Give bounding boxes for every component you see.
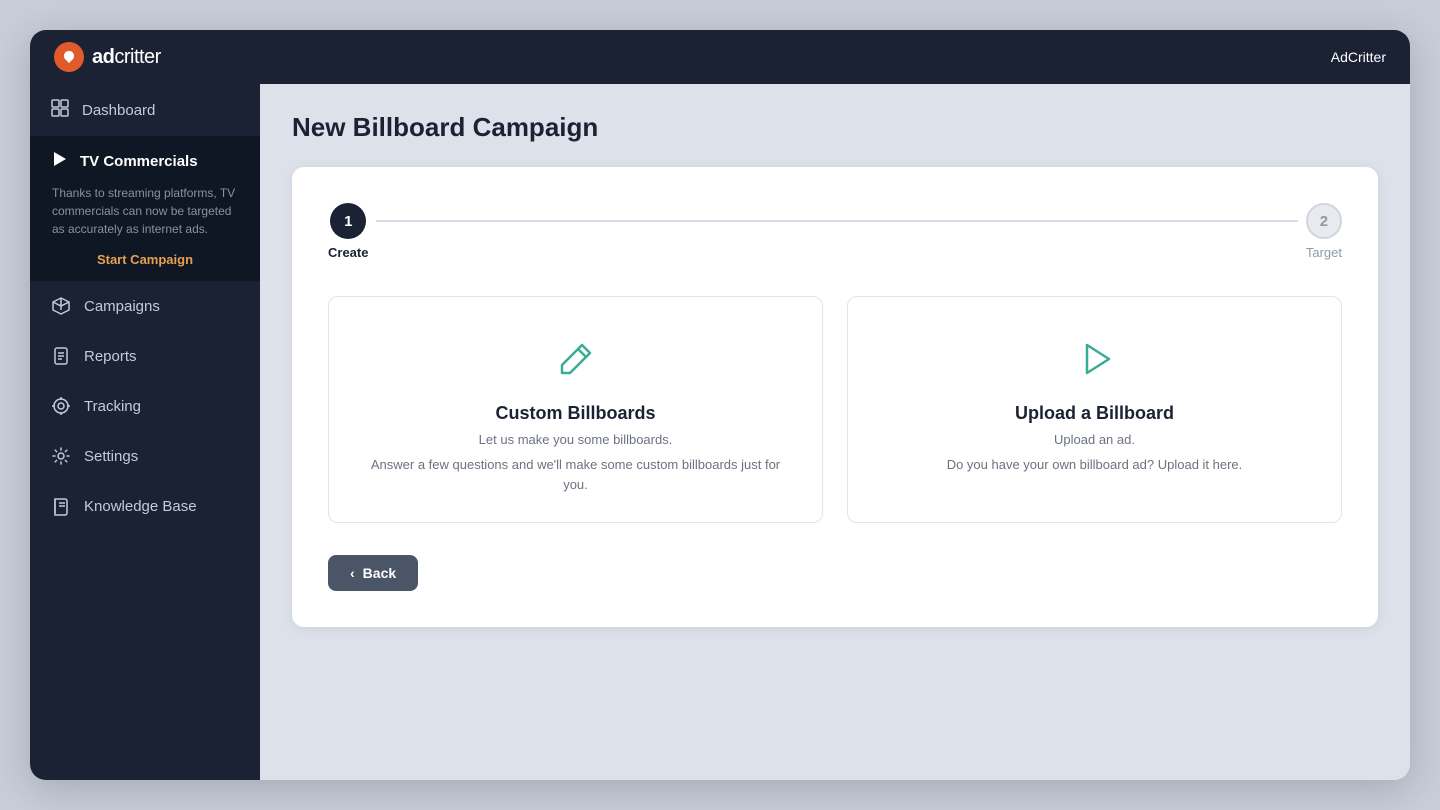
tv-commercials-description: Thanks to streaming platforms, TV commer… [50, 184, 240, 238]
book-icon [50, 495, 72, 517]
start-campaign-button[interactable]: Start Campaign [50, 252, 240, 267]
main-content: New Billboard Campaign 1 Create 2 Target [260, 84, 1410, 780]
sidebar-label-campaigns: Campaigns [84, 298, 160, 315]
sidebar-item-tv-commercials[interactable]: TV Commercials Thanks to streaming platf… [30, 136, 260, 281]
play-outline-icon [1069, 333, 1121, 385]
topbar-app-name: AdCritter [1331, 49, 1386, 65]
logo-icon [54, 42, 84, 72]
browser-window: adcritter AdCritter Dashboard [30, 30, 1410, 780]
step-2: 2 Target [1306, 203, 1342, 260]
play-icon [50, 150, 68, 172]
logo-area: adcritter [54, 42, 161, 72]
tv-commercials-label: TV Commercials [80, 153, 198, 170]
options-row: Custom Billboards Let us make you some b… [328, 296, 1342, 523]
top-bar: adcritter AdCritter [30, 30, 1410, 84]
step-1-circle: 1 [330, 203, 366, 239]
sidebar-item-reports[interactable]: Reports [30, 331, 260, 381]
sidebar-item-settings[interactable]: Settings [30, 431, 260, 481]
sidebar-label-reports: Reports [84, 348, 137, 365]
document-icon [50, 345, 72, 367]
sidebar-item-tracking[interactable]: Tracking [30, 381, 260, 431]
sidebar-item-dashboard[interactable]: Dashboard [30, 84, 260, 136]
custom-billboards-subtitle: Let us make you some billboards. [479, 432, 673, 447]
sidebar-item-knowledge-base[interactable]: Knowledge Base [30, 481, 260, 531]
step-1-label: Create [328, 245, 368, 260]
tracking-icon [50, 395, 72, 417]
upload-billboard-subtitle: Upload an ad. [1054, 432, 1135, 447]
grid-icon [50, 98, 70, 122]
upload-billboard-title: Upload a Billboard [1015, 403, 1174, 424]
sidebar-label-tracking: Tracking [84, 398, 141, 415]
step-2-circle: 2 [1306, 203, 1342, 239]
page-title: New Billboard Campaign [292, 112, 1378, 143]
sidebar-label-knowledge-base: Knowledge Base [84, 498, 197, 515]
main-area: Dashboard TV Commercials Thanks to strea… [30, 84, 1410, 780]
step-2-label: Target [1306, 245, 1342, 260]
upload-billboard-desc: Do you have your own billboard ad? Uploa… [947, 455, 1243, 475]
stepper: 1 Create 2 Target [328, 203, 1342, 260]
pencil-icon [550, 333, 602, 385]
logo-text: adcritter [92, 46, 161, 69]
settings-icon [50, 445, 72, 467]
sidebar-label-dashboard: Dashboard [82, 102, 155, 119]
step-1: 1 Create [328, 203, 368, 260]
tv-commercials-header: TV Commercials [50, 150, 240, 172]
sidebar: Dashboard TV Commercials Thanks to strea… [30, 84, 260, 780]
back-button[interactable]: ‹ Back [328, 555, 418, 591]
custom-billboards-desc: Answer a few questions and we'll make so… [357, 455, 794, 494]
back-button-label: Back [363, 565, 396, 581]
back-chevron-icon: ‹ [350, 565, 355, 581]
box-icon [50, 295, 72, 317]
option-card-upload-billboard[interactable]: Upload a Billboard Upload an ad. Do you … [847, 296, 1342, 523]
custom-billboards-title: Custom Billboards [495, 403, 655, 424]
sidebar-item-campaigns[interactable]: Campaigns [30, 281, 260, 331]
sidebar-label-settings: Settings [84, 448, 138, 465]
step-line [376, 220, 1297, 222]
option-card-custom-billboards[interactable]: Custom Billboards Let us make you some b… [328, 296, 823, 523]
wizard-card: 1 Create 2 Target [292, 167, 1378, 627]
